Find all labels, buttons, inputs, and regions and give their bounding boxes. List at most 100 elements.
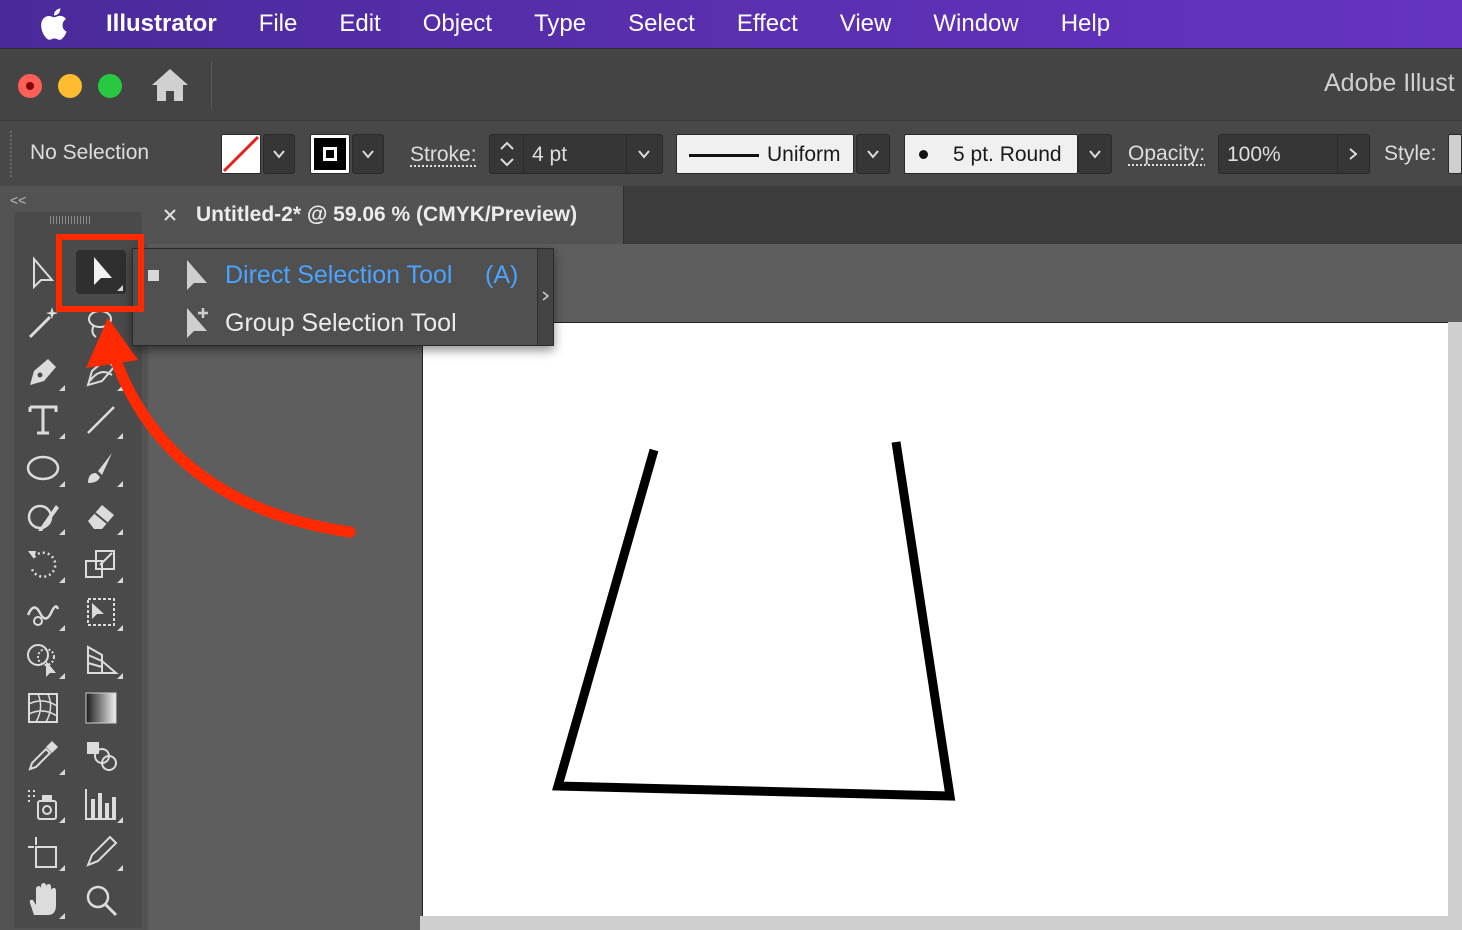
menu-effect[interactable]: Effect [737, 10, 798, 38]
paintbrush-icon [88, 453, 112, 483]
tool-highlight-box [56, 234, 144, 312]
style-swatch[interactable] [1448, 134, 1462, 174]
stroke-swatch[interactable] [310, 134, 350, 174]
style-label: Style: [1384, 142, 1437, 165]
flyout-item-direct-selection[interactable]: Direct Selection Tool (A) [133, 252, 537, 298]
window-title-bar: Adobe Illust [0, 48, 1462, 120]
free-transform-tool[interactable] [76, 590, 126, 634]
chevron-right-icon [542, 291, 550, 301]
curvature-tool[interactable] [76, 350, 126, 394]
stroke-dropdown[interactable] [352, 134, 384, 174]
chevron-right-icon[interactable] [1346, 147, 1360, 161]
menu-select[interactable]: Select [628, 10, 695, 38]
menu-edit[interactable]: Edit [339, 10, 380, 38]
opacity-field[interactable]: 100% [1218, 134, 1370, 174]
opacity-value[interactable]: 100% [1227, 143, 1281, 167]
line-segment-tool[interactable] [76, 398, 126, 442]
menu-view[interactable]: View [840, 10, 892, 38]
ellipse-tool[interactable] [18, 446, 68, 490]
eyedropper-tool[interactable] [18, 734, 68, 778]
direct-selection-arrow-icon [187, 260, 207, 290]
stepper-icon[interactable] [498, 137, 516, 171]
brush-definition-label: 5 pt. Round [953, 143, 1062, 166]
chevron-down-icon[interactable] [637, 147, 651, 161]
canvas-bottom-edge [420, 916, 1462, 930]
eraser-icon [88, 505, 114, 529]
chevron-down-icon [273, 150, 285, 159]
panel-gap [148, 244, 420, 930]
artboard-tool[interactable] [18, 830, 68, 874]
variable-width-profile[interactable]: Uniform [676, 134, 854, 174]
menu-type[interactable]: Type [534, 10, 586, 38]
type-tool[interactable] [18, 398, 68, 442]
flyout-item-label: Direct Selection Tool [225, 260, 453, 289]
flyout-item-group-selection[interactable]: Group Selection Tool [133, 300, 537, 346]
zoom-tool[interactable] [76, 878, 126, 922]
close-icon[interactable] [162, 207, 178, 223]
stroke-weight-field[interactable]: 4 pt [489, 134, 663, 174]
fill-swatch[interactable] [221, 134, 261, 174]
stroke-label[interactable]: Stroke: [410, 143, 477, 167]
selected-bullet-icon [148, 269, 159, 281]
symbol-sprayer-tool[interactable] [18, 782, 68, 826]
none-color-icon [222, 135, 260, 173]
shaper-icon [27, 504, 59, 531]
stroke-weight-value[interactable]: 4 pt [532, 143, 567, 167]
paintbrush-tool[interactable] [76, 446, 126, 490]
hand-icon [29, 883, 56, 915]
hand-tool[interactable] [18, 878, 68, 922]
flyout-item-label: Group Selection Tool [225, 308, 457, 337]
tools-panel-collapse[interactable]: << [10, 192, 26, 208]
opacity-label[interactable]: Opacity: [1128, 142, 1205, 166]
brush-dropdown[interactable] [1078, 134, 1112, 174]
artboard[interactable] [422, 322, 1448, 916]
apple-menu-icon[interactable] [34, 0, 74, 48]
shape-builder-tool[interactable] [18, 638, 68, 682]
pen-tool[interactable] [18, 350, 68, 394]
symbol-sprayer-icon [28, 790, 57, 820]
menu-object[interactable]: Object [423, 10, 492, 38]
scale-icon [85, 550, 115, 578]
ellipse-icon [26, 455, 60, 481]
menu-help[interactable]: Help [1061, 10, 1110, 38]
menu-app-illustrator[interactable]: Illustrator [106, 10, 217, 38]
window-zoom-button[interactable] [98, 74, 122, 98]
curvature-pen-icon [86, 357, 116, 387]
window-title: Adobe Illust [1324, 69, 1455, 97]
artboard-icon [28, 837, 57, 868]
warp-tool[interactable] [18, 590, 68, 634]
window-close-button[interactable] [18, 74, 42, 98]
mesh-tool[interactable] [18, 686, 68, 730]
menu-window[interactable]: Window [933, 10, 1018, 38]
flyout-tearoff[interactable] [537, 249, 553, 345]
control-bar-grip[interactable] [10, 131, 14, 177]
perspective-grid-icon [87, 645, 119, 674]
document-tab-bar: Untitled-2* @ 59.06 % (CMYK/Preview) [148, 186, 1462, 244]
rotate-icon [28, 551, 57, 578]
slice-knife-icon [86, 835, 118, 867]
home-icon[interactable] [150, 67, 190, 103]
slice-tool[interactable] [76, 830, 126, 874]
eraser-tool[interactable] [76, 494, 126, 538]
perspective-grid-tool[interactable] [76, 638, 126, 682]
variable-width-profile-label: Uniform [767, 143, 841, 166]
blend-tool[interactable] [76, 734, 126, 778]
selection-status: No Selection [30, 141, 150, 164]
brush-definition[interactable]: 5 pt. Round [904, 134, 1078, 174]
gradient-tool[interactable] [76, 686, 126, 730]
window-minimize-button[interactable] [58, 74, 82, 98]
eyedropper-icon [28, 741, 58, 771]
flyout-item-shortcut: (A) [485, 260, 519, 289]
profile-dropdown[interactable] [856, 134, 890, 174]
document-tab[interactable]: Untitled-2* @ 59.06 % (CMYK/Preview) [148, 186, 624, 244]
scale-tool[interactable] [76, 542, 126, 586]
fill-dropdown[interactable] [263, 134, 295, 174]
line-icon [87, 406, 115, 434]
tools-panel-grip[interactable] [50, 216, 90, 224]
shape-builder-icon [27, 644, 56, 677]
menu-file[interactable]: File [259, 10, 298, 38]
magnifier-icon [86, 885, 118, 917]
column-graph-tool[interactable] [76, 782, 126, 826]
shaper-tool[interactable] [18, 494, 68, 538]
rotate-tool[interactable] [18, 542, 68, 586]
